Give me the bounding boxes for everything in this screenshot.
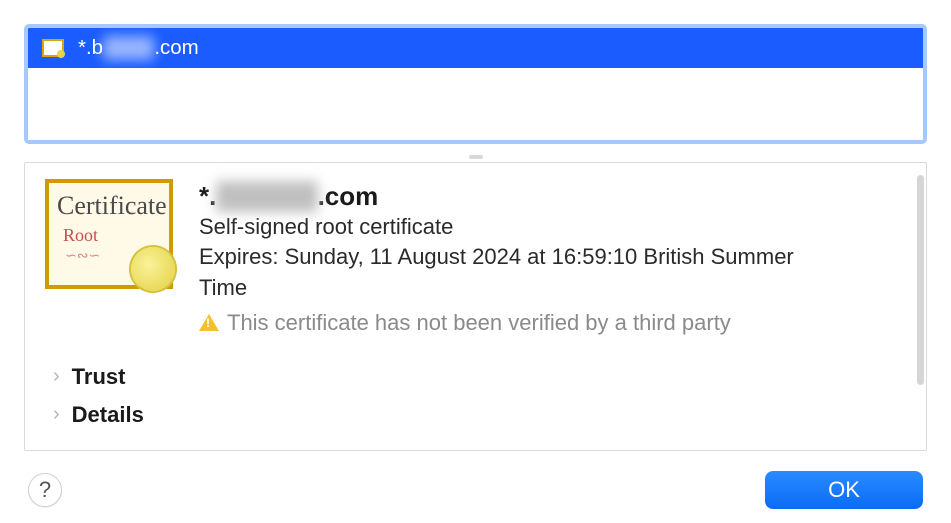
certificate-icon-root: Root <box>63 225 98 246</box>
certificate-list[interactable]: *.bxxxxx.com <box>24 24 927 144</box>
redacted-text: xxxxxxx <box>216 181 317 212</box>
chevron-right-icon: › <box>53 403 60 426</box>
scrollbar[interactable] <box>917 175 924 385</box>
certificate-list-item-selected[interactable]: *.bxxxxx.com <box>28 28 923 68</box>
certificate-large-icon: Certificate Root ∽∾∽ <box>45 179 173 289</box>
details-disclosure[interactable]: › Details <box>45 396 906 434</box>
help-button[interactable]: ? <box>28 473 62 507</box>
certificate-seal-icon <box>131 247 175 291</box>
trust-label: Trust <box>72 364 126 390</box>
redacted-text: xxxxx <box>103 36 154 60</box>
trust-disclosure[interactable]: › Trust <box>45 358 906 396</box>
ok-button[interactable]: OK <box>765 471 923 509</box>
details-label: Details <box>72 402 144 428</box>
certificate-details-panel: Certificate Root ∽∾∽ *.xxxxxxx.com Self-… <box>24 162 927 451</box>
warning-icon <box>199 314 219 331</box>
certificate-icon-script: Certificate <box>57 191 167 221</box>
certificate-warning-text: This certificate has not been verified b… <box>227 310 731 336</box>
certificate-expiry: Expires: Sunday, 11 August 2024 at 16:59… <box>199 242 839 304</box>
certificate-subtitle: Self-signed root certificate <box>199 214 906 240</box>
certificate-title: *.xxxxxxx.com <box>199 181 906 212</box>
chevron-right-icon: › <box>53 365 60 388</box>
split-drag-handle[interactable] <box>469 155 483 159</box>
certificate-list-item-label: *.bxxxxx.com <box>78 36 199 60</box>
certificate-list-empty-area <box>28 68 923 140</box>
certificate-icon-flourish: ∽∾∽ <box>65 247 100 264</box>
certificate-icon <box>42 39 64 57</box>
